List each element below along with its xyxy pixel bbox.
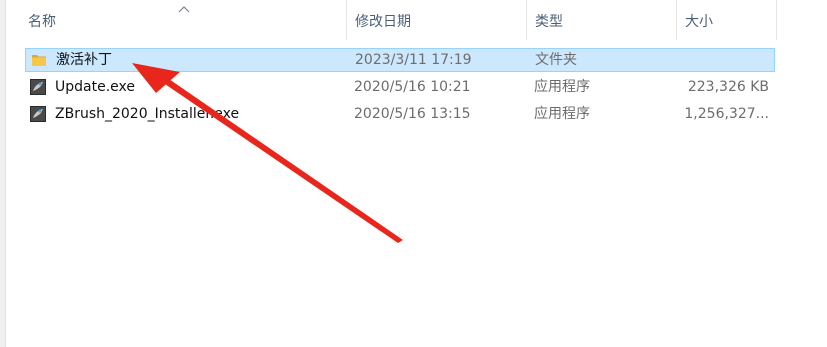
file-row-update-exe[interactable]: Update.exe 2020/5/16 10:21 应用程序 223,326 … bbox=[25, 76, 775, 100]
column-header-bar: 名称 修改日期 类型 大小 bbox=[0, 0, 827, 40]
file-size: 223,326 KB bbox=[687, 79, 769, 95]
file-date-modified: 2023/3/11 17:19 bbox=[355, 52, 472, 68]
file-row-activation-patch-folder[interactable]: 激活补丁 2023/3/11 17:19 文件夹 bbox=[25, 48, 775, 72]
file-size: 1,256,327... bbox=[684, 106, 769, 122]
file-name: ZBrush_2020_Installer.exe bbox=[55, 106, 240, 122]
file-date-modified: 2020/5/16 13:15 bbox=[354, 106, 471, 122]
column-header-date-modified[interactable]: 修改日期 bbox=[347, 0, 527, 40]
file-date-modified: 2020/5/16 10:21 bbox=[354, 79, 471, 95]
navigation-pane-edge bbox=[0, 0, 6, 347]
folder-icon bbox=[32, 55, 46, 66]
file-name: Update.exe bbox=[55, 79, 135, 95]
zbrush-app-icon bbox=[30, 79, 46, 95]
file-type: 文件夹 bbox=[535, 52, 577, 68]
file-type: 应用程序 bbox=[534, 79, 590, 95]
file-explorer-view: 名称 修改日期 类型 大小 激活补丁 2023/3/11 17:19 文件夹 U… bbox=[0, 0, 827, 347]
file-type: 应用程序 bbox=[534, 106, 590, 122]
column-header-name[interactable]: 名称 bbox=[20, 0, 347, 40]
zbrush-app-icon bbox=[30, 106, 46, 122]
file-name: 激活补丁 bbox=[56, 52, 112, 68]
column-header-size[interactable]: 大小 bbox=[677, 0, 777, 40]
column-header-type[interactable]: 类型 bbox=[527, 0, 677, 40]
file-row-zbrush-installer[interactable]: ZBrush_2020_Installer.exe 2020/5/16 13:1… bbox=[25, 103, 775, 127]
